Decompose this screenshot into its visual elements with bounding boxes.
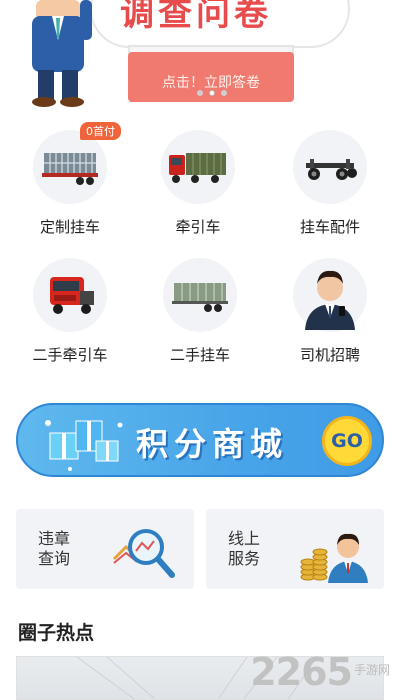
trailer-chassis-icon xyxy=(306,159,357,180)
service-card-line2: 服务 xyxy=(228,549,261,568)
category-label: 挂车配件 xyxy=(299,218,360,236)
online-service-card[interactable]: 线上 服务 xyxy=(206,509,384,589)
category-icon-circle xyxy=(161,130,235,204)
service-card-line2: 查询 xyxy=(38,549,71,568)
site-watermark-logo: 2265 手游网 xyxy=(250,650,390,694)
category-label: 二手牵引车 xyxy=(32,346,108,364)
tractor-head-icon xyxy=(50,277,94,314)
service-agent-icon xyxy=(300,533,368,583)
category-icon-circle xyxy=(293,130,367,204)
category-trailer-parts[interactable]: 挂车配件 xyxy=(270,130,390,237)
service-card-line1: 违章 xyxy=(38,529,71,548)
section-title-hot-topics: 圈子热点 xyxy=(18,622,95,644)
zero-down-payment-badge: 0首付 xyxy=(80,122,121,140)
service-card-line1: 线上 xyxy=(228,529,261,548)
survey-banner[interactable]: 调查问卷 点击！立即答卷 xyxy=(0,0,400,112)
category-icon-circle xyxy=(293,258,367,332)
banner-cta-text[interactable]: 点击！立即答卷 xyxy=(128,72,294,92)
category-icon-circle: 0首付 xyxy=(33,122,121,204)
red-truck-icon xyxy=(169,153,226,183)
violation-query-card[interactable]: 违章 查询 xyxy=(16,509,194,589)
driver-portrait-icon xyxy=(305,270,355,330)
category-label: 司机招聘 xyxy=(299,346,360,364)
carousel-dot[interactable] xyxy=(197,90,203,96)
banner-title: 调查问卷 xyxy=(120,0,272,34)
category-icon-circle xyxy=(163,258,237,332)
category-used-tractor[interactable]: 二手牵引车 xyxy=(10,258,130,365)
category-label: 定制挂车 xyxy=(39,218,100,236)
points-mall-banner[interactable]: 积分商城 GO xyxy=(16,403,384,477)
magnifier-chart-icon xyxy=(112,529,175,578)
livestock-trailer-icon xyxy=(42,153,98,185)
service-card-label: 线上 服务 xyxy=(228,529,260,569)
watermark-subtext: 手游网 xyxy=(353,663,390,677)
points-mall-title: 积分商城 xyxy=(136,425,289,463)
carousel-dots xyxy=(197,90,227,96)
category-used-trailer[interactable]: 二手挂车 xyxy=(140,258,260,365)
category-label: 牵引车 xyxy=(175,218,221,236)
carousel-dot[interactable] xyxy=(221,90,227,96)
category-custom-trailer[interactable]: 0首付 定制挂车 xyxy=(10,122,130,237)
category-tractor[interactable]: 牵引车 xyxy=(138,130,258,237)
businessman-mascot-icon xyxy=(32,0,92,107)
go-button[interactable]: GO xyxy=(322,416,372,466)
category-icon-circle xyxy=(33,258,107,332)
carousel-dot-active[interactable] xyxy=(209,90,215,96)
gift-boxes-icon xyxy=(45,420,123,471)
category-driver-recruitment[interactable]: 司机招聘 xyxy=(270,258,390,365)
watermark-number: 2265 xyxy=(250,650,353,694)
category-label: 二手挂车 xyxy=(169,346,230,364)
fence-trailer-icon xyxy=(172,283,228,312)
service-card-label: 违章 查询 xyxy=(38,529,70,569)
